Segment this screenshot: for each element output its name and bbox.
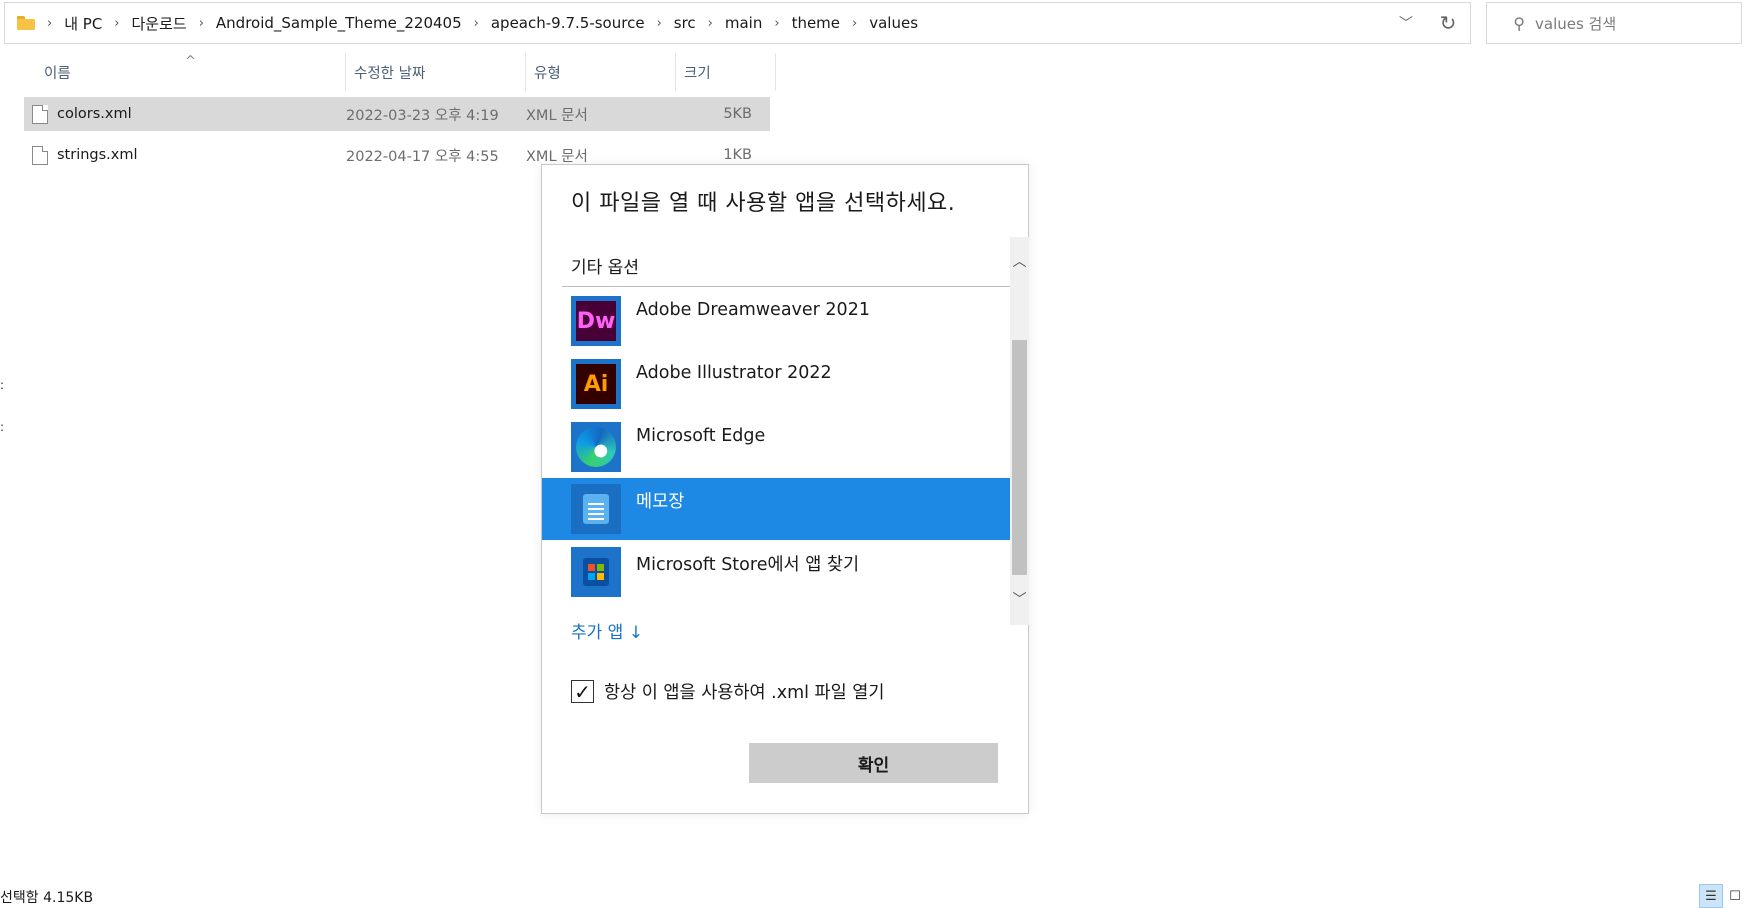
- scrollbar[interactable]: ︿ ﹀: [1010, 237, 1029, 625]
- app-label: 메모장: [636, 492, 685, 512]
- app-label: Microsoft Store에서 앱 찾기: [636, 555, 860, 575]
- open-with-dialog: 이 파일을 열 때 사용할 앱을 선택하세요. 기타 옵션 Dw Adobe D…: [541, 164, 1029, 814]
- search-input[interactable]: ⚲ values 검색: [1486, 2, 1742, 44]
- file-name: strings.xml: [57, 147, 138, 163]
- always-use-label: 항상 이 앱을 사용하여 .xml 파일 열기: [604, 683, 885, 703]
- divider: [562, 286, 1010, 287]
- chevron-right-icon[interactable]: ›: [474, 16, 479, 31]
- chevron-right-icon[interactable]: ›: [708, 16, 713, 31]
- always-use-option[interactable]: ✓ 항상 이 앱을 사용하여 .xml 파일 열기: [571, 679, 885, 704]
- file-type: XML 문서: [526, 148, 588, 165]
- large-icons-view-icon[interactable]: ☐: [1723, 884, 1747, 908]
- chevron-down-icon[interactable]: ﹀: [1386, 13, 1426, 33]
- more-apps-link[interactable]: 추가 앱 ↓: [571, 618, 643, 643]
- search-placeholder: values 검색: [1535, 14, 1617, 33]
- file-size: 1KB: [723, 147, 752, 163]
- app-item-notepad[interactable]: 메모장: [542, 478, 1010, 540]
- scrollbar-thumb[interactable]: [1012, 340, 1027, 575]
- column-header-size[interactable]: 크기: [676, 53, 776, 91]
- notepad-icon: [571, 484, 621, 534]
- file-name: colors.xml: [57, 106, 132, 122]
- file-row[interactable]: colors.xml 2022-03-23 오후 4:19 XML 문서 5KB: [24, 97, 770, 131]
- breadcrumb-item[interactable]: main: [725, 14, 762, 32]
- app-label: Adobe Illustrator 2022: [636, 363, 832, 383]
- chevron-right-icon[interactable]: ›: [657, 16, 662, 31]
- dreamweaver-icon: Dw: [571, 296, 621, 346]
- app-item-store[interactable]: Microsoft Store에서 앱 찾기: [542, 541, 1010, 603]
- breadcrumb-item[interactable]: 다운로드: [132, 13, 187, 34]
- folder-icon: [17, 16, 35, 30]
- column-header-name[interactable]: 이름: [24, 53, 346, 91]
- chevron-down-icon[interactable]: ﹀: [1010, 589, 1029, 609]
- chevron-right-icon[interactable]: ›: [114, 16, 119, 31]
- file-type: XML 문서: [526, 107, 588, 124]
- section-heading: 기타 옵션: [571, 258, 639, 278]
- app-label: Adobe Dreamweaver 2021: [636, 300, 870, 320]
- app-item-dreamweaver[interactable]: Dw Adobe Dreamweaver 2021: [542, 290, 1010, 352]
- file-modified: 2022-03-23 오후 4:19: [346, 107, 499, 124]
- view-toggle: ☰ ☐: [1699, 884, 1747, 908]
- store-icon: [571, 547, 621, 597]
- details-view-icon[interactable]: ☰: [1699, 884, 1723, 908]
- breadcrumb-item[interactable]: src: [674, 14, 696, 32]
- edge-icon: [571, 422, 621, 472]
- file-modified: 2022-04-17 오후 4:55: [346, 148, 499, 165]
- app-item-edge[interactable]: Microsoft Edge: [542, 416, 1010, 478]
- file-size: 5KB: [723, 106, 752, 122]
- file-icon: [32, 104, 48, 124]
- chevron-up-icon[interactable]: ︿: [1010, 251, 1029, 271]
- chevron-right-icon[interactable]: ›: [852, 16, 857, 31]
- address-bar[interactable]: › 내 PC › 다운로드 › Android_Sample_Theme_220…: [4, 2, 1471, 44]
- breadcrumb-item[interactable]: theme: [792, 14, 840, 32]
- chevron-right-icon[interactable]: ›: [199, 16, 204, 31]
- always-use-checkbox[interactable]: ✓: [571, 680, 594, 703]
- chevron-right-icon[interactable]: ›: [47, 16, 52, 31]
- column-header-type[interactable]: 유형: [526, 53, 676, 91]
- app-item-illustrator[interactable]: Ai Adobe Illustrator 2022: [542, 353, 1010, 415]
- chevron-right-icon[interactable]: ›: [774, 16, 779, 31]
- nav-pane-edge: ::: [0, 378, 5, 434]
- breadcrumb-item[interactable]: apeach-9.7.5-source: [491, 14, 645, 32]
- breadcrumb: › 내 PC › 다운로드 › Android_Sample_Theme_220…: [41, 13, 918, 34]
- ok-button[interactable]: 확인: [749, 743, 998, 783]
- column-headers: 이름 수정한 날짜 유형 크기: [24, 53, 776, 91]
- search-icon: ⚲: [1513, 13, 1525, 33]
- file-icon: [32, 145, 48, 165]
- refresh-icon[interactable]: ↻: [1426, 11, 1470, 35]
- breadcrumb-item[interactable]: values: [869, 14, 918, 32]
- breadcrumb-item[interactable]: 내 PC: [64, 13, 102, 34]
- breadcrumb-item[interactable]: Android_Sample_Theme_220405: [216, 14, 462, 32]
- dialog-title: 이 파일을 열 때 사용할 앱을 선택하세요.: [571, 191, 956, 216]
- app-label: Microsoft Edge: [636, 426, 766, 446]
- column-header-modified[interactable]: 수정한 날짜: [346, 53, 526, 91]
- illustrator-icon: Ai: [571, 359, 621, 409]
- status-text: 선택함 4.15KB: [0, 890, 94, 906]
